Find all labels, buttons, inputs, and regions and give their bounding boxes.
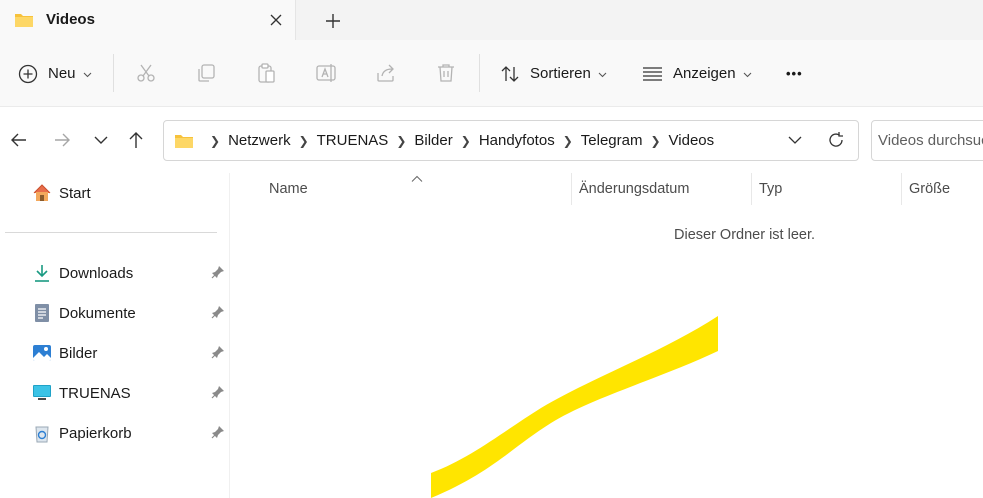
close-icon[interactable]	[266, 10, 286, 30]
copy-icon[interactable]	[195, 62, 217, 84]
command-bar: Neu Sortieren Anzeigen •••	[0, 40, 983, 107]
more-icon: •••	[786, 66, 803, 81]
sidebar-divider	[5, 232, 217, 233]
address-row: ❯ Netzwerk ❯ TRUENAS ❯ Bilder ❯ Handyfot…	[0, 107, 983, 173]
view-button-label: Anzeigen	[673, 65, 736, 82]
tab-videos[interactable]: Videos	[0, 0, 296, 40]
breadcrumb-separator-icon[interactable]: ❯	[563, 134, 573, 148]
download-icon	[32, 263, 52, 283]
monitor-icon	[32, 383, 52, 403]
file-list: Name Änderungsdatum Typ Größe Dieser Ord…	[231, 173, 983, 498]
sidebar-item-pictures[interactable]: Bilder	[32, 341, 227, 365]
search-placeholder: Videos durchsuchen	[878, 132, 983, 149]
sort-button[interactable]: Sortieren	[500, 40, 607, 107]
chevron-down-icon	[598, 65, 607, 83]
new-tab-button[interactable]	[322, 10, 344, 32]
tab-title: Videos	[46, 11, 95, 28]
folder-icon	[14, 12, 34, 33]
column-divider[interactable]	[901, 173, 902, 205]
breadcrumb-truenas[interactable]: TRUENAS	[317, 132, 389, 149]
pictures-icon	[32, 343, 52, 363]
breadcrumb-separator-icon[interactable]: ❯	[396, 134, 406, 148]
breadcrumb-telegram[interactable]: Telegram	[581, 132, 643, 149]
sort-ascending-caret-icon	[411, 170, 423, 188]
recycle-bin-icon	[32, 423, 52, 443]
plus-circle-icon	[18, 64, 38, 84]
cut-icon[interactable]	[135, 62, 157, 84]
pin-icon[interactable]	[211, 305, 225, 324]
breadcrumb-separator-icon[interactable]: ❯	[210, 134, 220, 148]
home-icon	[32, 183, 52, 203]
address-history-chevron-icon[interactable]	[786, 131, 804, 154]
breadcrumb-videos[interactable]: Videos	[669, 132, 715, 149]
column-divider[interactable]	[751, 173, 752, 205]
breadcrumb-separator-icon[interactable]: ❯	[299, 134, 309, 148]
up-arrow-icon[interactable]	[125, 129, 147, 151]
breadcrumb-handyfotos[interactable]: Handyfotos	[479, 132, 555, 149]
sidebar-item-truenas[interactable]: TRUENAS	[32, 381, 227, 405]
document-icon	[32, 303, 52, 323]
back-arrow-icon[interactable]	[8, 129, 30, 151]
chevron-down-icon	[743, 65, 752, 83]
sidebar-item-home[interactable]: Start	[32, 181, 227, 205]
breadcrumb-bilder[interactable]: Bilder	[414, 132, 452, 149]
pin-icon[interactable]	[211, 425, 225, 444]
sort-icon	[500, 64, 520, 84]
sort-button-label: Sortieren	[530, 65, 591, 82]
divider	[479, 54, 480, 92]
sidebar-item-label: Start	[59, 184, 91, 202]
view-list-icon	[642, 66, 663, 82]
column-header-name[interactable]: Name	[269, 181, 308, 197]
chevron-down-icon	[83, 65, 92, 83]
rename-icon[interactable]	[315, 62, 337, 84]
tab-strip: Videos	[0, 0, 983, 40]
column-divider[interactable]	[571, 173, 572, 205]
new-button-label: Neu	[48, 65, 76, 82]
delete-icon[interactable]	[435, 62, 457, 84]
more-options-button[interactable]: •••	[786, 40, 803, 107]
empty-folder-message: Dieser Ordner ist leer.	[674, 227, 816, 243]
view-button[interactable]: Anzeigen	[642, 40, 752, 107]
breadcrumb: ❯ Netzwerk ❯ TRUENAS ❯ Bilder ❯ Handyfot…	[202, 121, 714, 160]
share-icon[interactable]	[375, 62, 397, 84]
pin-icon[interactable]	[211, 265, 225, 284]
sidebar-item-label: Dokumente	[59, 304, 136, 322]
navigation-pane: Start Downloads Dokumente Bilder TRUENAS…	[0, 173, 230, 498]
column-header-modified[interactable]: Änderungsdatum	[579, 181, 689, 197]
new-button[interactable]: Neu	[18, 40, 92, 107]
paste-icon[interactable]	[255, 62, 277, 84]
breadcrumb-separator-icon[interactable]: ❯	[650, 134, 660, 148]
sidebar-item-recycle-bin[interactable]: Papierkorb	[32, 421, 227, 445]
highlighter-stroke	[431, 316, 718, 498]
divider	[113, 54, 114, 92]
sidebar-item-label: Downloads	[59, 264, 134, 282]
pin-icon[interactable]	[211, 385, 225, 404]
sidebar-item-documents[interactable]: Dokumente	[32, 301, 227, 325]
breadcrumb-netzwerk[interactable]: Netzwerk	[228, 132, 291, 149]
column-header-size[interactable]: Größe	[909, 181, 950, 197]
breadcrumb-separator-icon[interactable]: ❯	[461, 134, 471, 148]
folder-icon	[174, 133, 194, 154]
sidebar-item-downloads[interactable]: Downloads	[32, 261, 227, 285]
sidebar-item-label: Papierkorb	[59, 424, 132, 442]
column-header-type[interactable]: Typ	[759, 181, 782, 197]
sidebar-item-label: TRUENAS	[59, 384, 131, 402]
search-input[interactable]: Videos durchsuchen	[871, 120, 983, 161]
address-bar[interactable]: ❯ Netzwerk ❯ TRUENAS ❯ Bilder ❯ Handyfot…	[163, 120, 859, 161]
file-explorer-window: Videos Neu Sortieren Anzeigen ••• ❯ Netz…	[0, 0, 983, 498]
forward-arrow-icon[interactable]	[51, 129, 73, 151]
refresh-icon[interactable]	[826, 130, 846, 155]
pin-icon[interactable]	[211, 345, 225, 364]
sidebar-item-label: Bilder	[59, 344, 98, 362]
recent-locations-chevron-icon[interactable]	[90, 129, 112, 151]
